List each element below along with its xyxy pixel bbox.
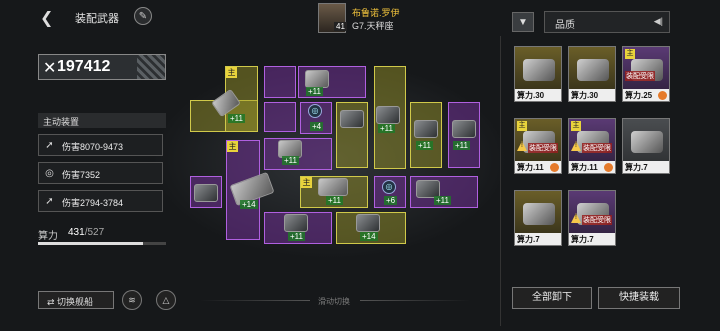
weapon-icon	[577, 59, 609, 81]
page-title: 装配武器	[75, 13, 119, 25]
main-slot-badge: 主	[301, 177, 312, 188]
weapon-icon	[414, 120, 438, 138]
stat-text: 伤害2794-3784	[62, 198, 124, 208]
combat-power-box: ✕ 197412	[38, 54, 166, 80]
item-power: 算力.30	[515, 89, 561, 101]
stat-row-damage-1[interactable]: ➚ 伤害8070-9473	[38, 134, 163, 156]
active-devices-label: 主动装置	[38, 113, 166, 128]
back-arrow-icon[interactable]: ❮	[40, 8, 53, 28]
weapon-icon	[284, 214, 308, 232]
level-badge: +11	[306, 87, 323, 96]
emblem-icon[interactable]: △	[156, 290, 176, 310]
restrict-label: 装配受限	[625, 71, 655, 81]
panel-divider	[500, 36, 501, 326]
main-slot-badge: 主	[227, 141, 238, 152]
inventory-item[interactable]: 算力.7	[514, 190, 562, 246]
restrict-label: 装配受限	[582, 215, 612, 225]
main-slot-badge: 主	[517, 121, 527, 131]
target-icon: ◎	[45, 168, 54, 179]
swipe-line	[200, 300, 310, 301]
main-slot-badge: 主	[625, 49, 635, 59]
weapon-icon	[523, 59, 555, 81]
combat-power-value: 197412	[57, 58, 111, 75]
pilot-subtitle: G7.天秤座	[352, 21, 394, 31]
cost-progress-fill	[38, 242, 143, 245]
switch-ship-label: 切换舰船	[57, 297, 94, 307]
switch-ship-button[interactable]: ⇄ 切换舰船	[38, 291, 114, 309]
main-slot-badge: 主	[571, 121, 581, 131]
multi-missile-icon: ➚	[45, 196, 54, 207]
cost-progress-bar	[38, 242, 166, 245]
weapon-icon	[318, 178, 348, 196]
item-power: 算力.7	[515, 233, 561, 245]
stat-row-damage-2[interactable]: ◎ 伤害7352	[38, 162, 163, 184]
upgrade-dot-icon	[550, 163, 559, 172]
inventory-item[interactable]: 算力.30	[514, 46, 562, 102]
level-badge: +11	[378, 124, 395, 133]
weapon-icon	[194, 184, 218, 202]
restrict-label: 装配受限	[582, 143, 612, 153]
swipe-line	[360, 300, 470, 301]
weapon-icon	[523, 203, 555, 225]
cost-label: 算力	[38, 231, 58, 242]
weapon-slot[interactable]	[264, 66, 296, 98]
pilot-name: 布鲁诺.罗伊	[352, 8, 400, 18]
power-icon: ✕	[43, 60, 57, 77]
level-badge: +11	[282, 156, 299, 165]
level-badge: +11	[326, 196, 343, 205]
item-power: 算力.30	[569, 89, 615, 101]
level-badge: +4	[310, 122, 324, 131]
level-badge: +11	[228, 114, 245, 123]
missile-icon: ➚	[45, 140, 54, 151]
edit-icon[interactable]: ✎	[134, 7, 152, 25]
stat-text: 伤害8070-9473	[62, 142, 124, 152]
level-badge: +11	[453, 141, 470, 150]
pilot-level: 41	[334, 22, 347, 31]
level-badge: +11	[416, 141, 433, 150]
level-badge: +11	[434, 196, 451, 205]
filter-icon[interactable]: ▼	[512, 12, 534, 32]
unload-all-button[interactable]: 全部卸下	[512, 287, 592, 309]
inventory-item[interactable]: 算力.7	[622, 118, 670, 174]
item-power: 算力.7	[623, 161, 669, 173]
weapon-icon	[631, 131, 663, 153]
target-device-icon: ◎	[308, 104, 322, 118]
swipe-hint: 滑动切换	[318, 297, 350, 306]
inventory-item[interactable]: 算力.30	[568, 46, 616, 102]
quality-sort-dropdown[interactable]: 品质 ◀|	[544, 11, 670, 33]
stat-row-damage-3[interactable]: ➚ 伤害2794-3784	[38, 190, 163, 212]
wing-icon[interactable]: ≋	[122, 290, 142, 310]
main-slot-badge: 主	[226, 67, 237, 78]
cost-max: /527	[84, 227, 105, 238]
inventory-item[interactable]: ! 装配受限 算力.7	[568, 190, 616, 246]
stat-text: 伤害7352	[62, 170, 101, 180]
weapon-icon	[340, 110, 364, 128]
item-power: 算力.7	[569, 233, 615, 245]
level-badge: +11	[288, 232, 305, 241]
level-badge: +6	[384, 196, 398, 205]
cost-current: 431	[68, 227, 85, 238]
cost-value: 431/527	[68, 227, 104, 238]
weapon-icon	[356, 214, 380, 232]
target-device-icon: ◎	[382, 180, 396, 194]
upgrade-dot-icon	[604, 163, 613, 172]
weapon-icon	[376, 106, 400, 124]
restrict-label: 装配受限	[528, 143, 558, 153]
sort-toggle-icon[interactable]: ◀|	[654, 16, 663, 27]
weapon-icon	[452, 120, 476, 138]
weapon-icon	[305, 70, 329, 88]
level-badge: +14	[360, 232, 378, 241]
weapon-slot[interactable]	[264, 102, 296, 132]
sort-label: 品质	[555, 20, 575, 31]
inventory-item[interactable]: 主 装配受限 算力.25	[622, 46, 670, 102]
inventory-item[interactable]: 主 ! 装配受限 算力.11	[568, 118, 616, 174]
inventory-item[interactable]: 主 ! 装配受限 算力.11	[514, 118, 562, 174]
upgrade-dot-icon	[658, 91, 667, 100]
level-badge: +14	[240, 200, 258, 209]
quick-equip-button[interactable]: 快捷装载	[598, 287, 680, 309]
